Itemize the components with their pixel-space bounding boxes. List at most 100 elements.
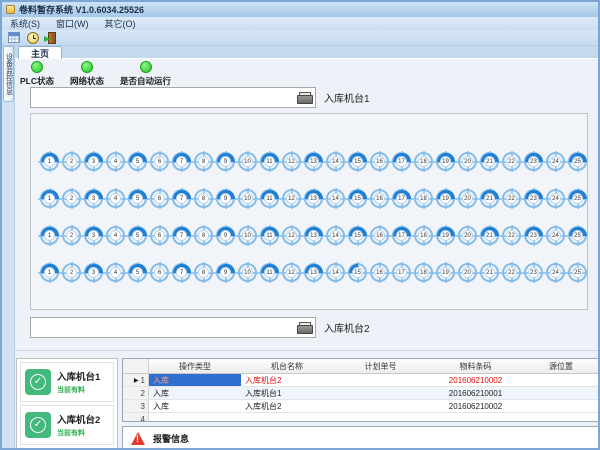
- storage-position[interactable]: 11: [259, 225, 280, 246]
- storage-position[interactable]: 25: [567, 262, 588, 283]
- storage-position[interactable]: 12: [281, 262, 302, 283]
- table-cell[interactable]: 201606210002: [428, 374, 523, 386]
- storage-position[interactable]: 19: [435, 188, 456, 209]
- table-cell[interactable]: [428, 413, 523, 422]
- storage-position[interactable]: 6: [149, 225, 170, 246]
- tab-home[interactable]: 主页: [18, 46, 62, 59]
- storage-position[interactable]: 3: [83, 188, 104, 209]
- storage-position[interactable]: 19: [435, 225, 456, 246]
- table-cell[interactable]: 201606210002: [428, 400, 523, 412]
- storage-position[interactable]: 22: [501, 225, 522, 246]
- table-cell[interactable]: [333, 374, 428, 386]
- storage-position[interactable]: 5: [127, 151, 148, 172]
- storage-position[interactable]: 20: [457, 151, 478, 172]
- machine-card[interactable]: ✓入库机台2当前有料: [20, 405, 114, 445]
- storage-position[interactable]: 5: [127, 188, 148, 209]
- storage-position[interactable]: 19: [435, 151, 456, 172]
- table-cell[interactable]: [333, 413, 428, 422]
- storage-position[interactable]: 20: [457, 188, 478, 209]
- storage-position[interactable]: 15: [347, 262, 368, 283]
- storage-position[interactable]: 24: [545, 151, 566, 172]
- storage-position[interactable]: 1: [39, 262, 60, 283]
- table-cell[interactable]: [523, 413, 599, 422]
- column-header[interactable]: 操作类型: [149, 359, 241, 373]
- storage-position[interactable]: 15: [347, 188, 368, 209]
- menu-item[interactable]: 其它(O): [97, 17, 144, 30]
- storage-position[interactable]: 22: [501, 188, 522, 209]
- storage-position[interactable]: 18: [413, 151, 434, 172]
- storage-position[interactable]: 6: [149, 188, 170, 209]
- table-cell[interactable]: [241, 413, 333, 422]
- storage-position[interactable]: 14: [325, 188, 346, 209]
- storage-position[interactable]: 9: [215, 151, 236, 172]
- side-panel-tab[interactable]: 设备监控信息: [3, 46, 14, 102]
- storage-position[interactable]: 21: [479, 188, 500, 209]
- exit-button[interactable]: [43, 30, 60, 45]
- table-row[interactable]: 2入库入库机台1201606210001: [123, 387, 599, 400]
- title-bar[interactable]: 卷料暂存系统 V1.0.6034.25526: [2, 2, 598, 17]
- storage-position[interactable]: 21: [479, 151, 500, 172]
- storage-position[interactable]: 22: [501, 151, 522, 172]
- storage-position[interactable]: 23: [523, 151, 544, 172]
- table-cell[interactable]: [333, 400, 428, 412]
- storage-position[interactable]: 15: [347, 225, 368, 246]
- table-cell[interactable]: [523, 387, 599, 399]
- storage-position[interactable]: 25: [567, 151, 588, 172]
- storage-position[interactable]: 17: [391, 262, 412, 283]
- storage-position[interactable]: 10: [237, 262, 258, 283]
- storage-position[interactable]: 6: [149, 262, 170, 283]
- column-header[interactable]: 机台名称: [241, 359, 333, 373]
- storage-position[interactable]: 13: [303, 262, 324, 283]
- storage-position[interactable]: 10: [237, 225, 258, 246]
- storage-position[interactable]: 4: [105, 188, 126, 209]
- storage-position[interactable]: 16: [369, 151, 390, 172]
- storage-position[interactable]: 2: [61, 151, 82, 172]
- column-header[interactable]: 源位置: [523, 359, 599, 373]
- storage-position[interactable]: 6: [149, 151, 170, 172]
- storage-position[interactable]: 9: [215, 188, 236, 209]
- table-row[interactable]: 3入库入库机台2201606210002: [123, 400, 599, 413]
- storage-position[interactable]: 24: [545, 225, 566, 246]
- storage-position[interactable]: 10: [237, 151, 258, 172]
- storage-position[interactable]: 5: [127, 225, 148, 246]
- storage-position[interactable]: 14: [325, 225, 346, 246]
- machine-card[interactable]: ✓入库机台1当前有料: [20, 362, 114, 402]
- storage-position[interactable]: 20: [457, 225, 478, 246]
- storage-position[interactable]: 2: [61, 225, 82, 246]
- storage-position[interactable]: 21: [479, 225, 500, 246]
- storage-position[interactable]: 19: [435, 262, 456, 283]
- table-cell[interactable]: [333, 387, 428, 399]
- table-cell[interactable]: [523, 374, 599, 386]
- storage-position[interactable]: 2: [61, 262, 82, 283]
- table-cell[interactable]: 入库机台2: [241, 400, 333, 412]
- storage-position[interactable]: 11: [259, 188, 280, 209]
- storage-position[interactable]: 17: [391, 188, 412, 209]
- table-cell[interactable]: 入库: [149, 387, 241, 399]
- storage-position[interactable]: 12: [281, 188, 302, 209]
- table-row[interactable]: 4: [123, 413, 599, 422]
- machine2-header-box[interactable]: [30, 317, 316, 338]
- storage-position[interactable]: 25: [567, 225, 588, 246]
- table-cell[interactable]: 入库: [149, 374, 241, 386]
- storage-position[interactable]: 13: [303, 188, 324, 209]
- storage-position[interactable]: 5: [127, 262, 148, 283]
- storage-position[interactable]: 4: [105, 262, 126, 283]
- storage-position[interactable]: 25: [567, 188, 588, 209]
- storage-position[interactable]: 4: [105, 225, 126, 246]
- storage-position[interactable]: 8: [193, 151, 214, 172]
- storage-position[interactable]: 18: [413, 225, 434, 246]
- storage-position[interactable]: 18: [413, 262, 434, 283]
- storage-position[interactable]: 24: [545, 188, 566, 209]
- column-header[interactable]: 计划单号: [333, 359, 428, 373]
- table-cell[interactable]: [149, 413, 241, 422]
- storage-position[interactable]: 9: [215, 262, 236, 283]
- storage-position[interactable]: 17: [391, 225, 412, 246]
- storage-position[interactable]: 8: [193, 262, 214, 283]
- storage-position[interactable]: 8: [193, 225, 214, 246]
- storage-position[interactable]: 1: [39, 225, 60, 246]
- calendar-button[interactable]: [5, 30, 22, 45]
- storage-position[interactable]: 3: [83, 225, 104, 246]
- storage-position[interactable]: 12: [281, 225, 302, 246]
- storage-position[interactable]: 7: [171, 188, 192, 209]
- storage-position[interactable]: 18: [413, 188, 434, 209]
